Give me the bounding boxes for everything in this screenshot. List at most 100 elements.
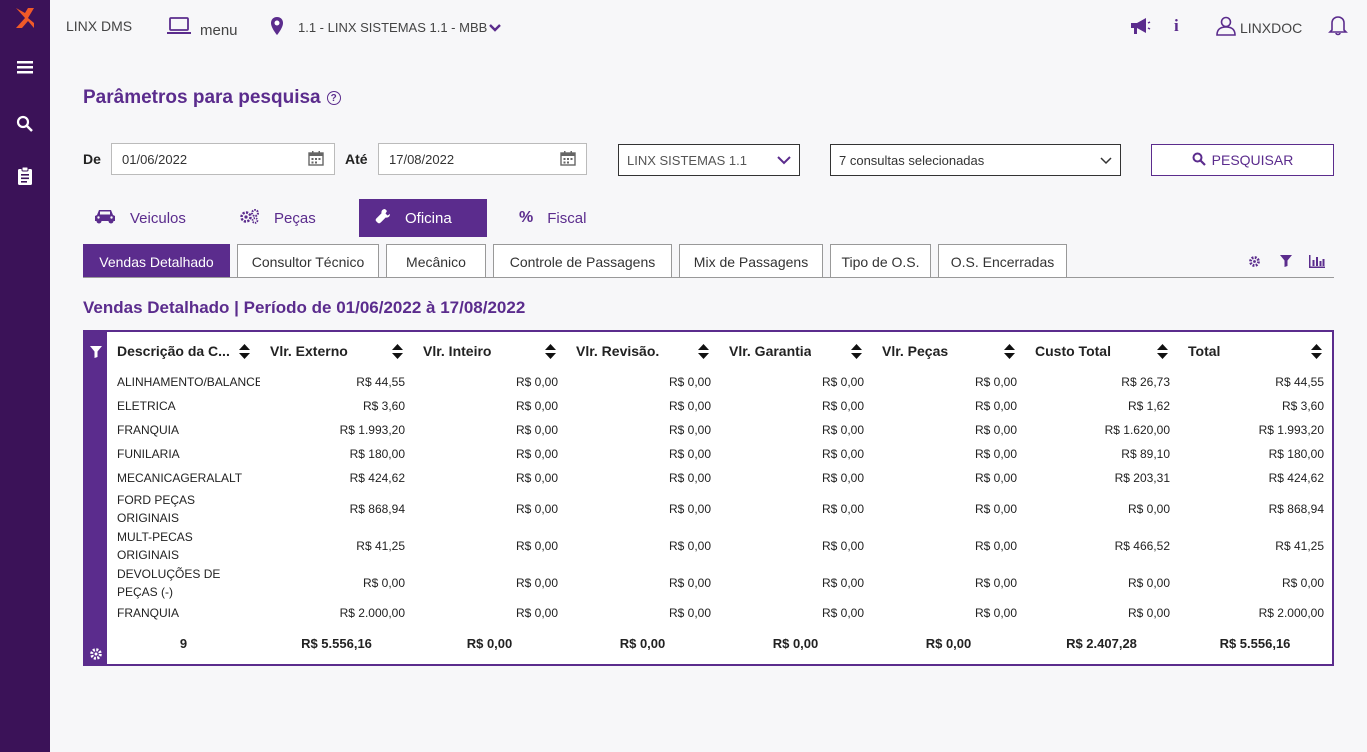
sort-icon[interactable] [1004,343,1015,359]
user-name: LINXDOC [1240,19,1303,36]
table-row[interactable]: MECANICAGERALALT R$ 424,62 R$ 0,00 R$ 0,00 R… [107,466,1332,490]
sort-icon[interactable] [239,343,250,359]
filter-icon[interactable] [1278,253,1294,269]
chevron-down-icon [1100,153,1112,168]
calendar-icon[interactable] [560,150,576,169]
sort-icon[interactable] [1157,343,1168,359]
row-value: R$ 203,31 [1114,471,1170,485]
row-value: R$ 1.993,20 [1258,423,1324,437]
total-value: R$ 0,00 [619,635,666,651]
table-row[interactable]: DEVOLUÇÕES DE PEÇAS (-) R$ 0,00 R$ 0,00 R$ … [107,564,1332,601]
table-row[interactable]: FRANQUIA R$ 2.000,00 R$ 0,00 R$ 0,00 R$ 0,00… [107,601,1332,625]
column-header-label: Vlr. Inteiro [423,343,492,359]
user-menu[interactable]: LINXDOC [1216,16,1302,39]
chart-icon[interactable] [1309,253,1325,269]
laptop-icon [166,16,192,39]
linx-logo-icon[interactable] [13,6,37,30]
column-header[interactable]: Vlr. Garantia [719,332,872,370]
subtab-os-encerradas[interactable]: O.S. Encerradas [938,244,1067,278]
tab-veiculos[interactable]: Veiculos [78,199,208,237]
info-button[interactable]: i [1174,16,1179,36]
search-icon[interactable] [13,112,37,136]
table-header-row: Descrição da C... Vlr. Externo Vlr. Inteir… [107,332,1332,370]
subtab-tipo-os[interactable]: Tipo de O.S. [830,244,931,278]
user-icon [1216,16,1236,39]
table-row[interactable]: FUNILARIA R$ 180,00 R$ 0,00 R$ 0,00 R$ 0,00 R… [107,442,1332,466]
company-select[interactable]: LINX SISTEMAS 1.1 [618,144,800,176]
row-description: FRANQUIA [117,606,180,620]
row-value: R$ 424,62 [1268,471,1324,485]
list-menu-icon[interactable] [13,56,37,80]
row-value: R$ 0,00 [1127,606,1170,620]
top-bar: LINX DMS menu 1.1 - LINX SISTEMAS 1.1 - … [50,0,1367,56]
sort-icon[interactable] [392,343,403,359]
row-description: MULT-PECAS ORIGINAIS [117,529,193,562]
column-header[interactable]: Vlr. Inteiro [413,332,566,370]
row-value: R$ 0,00 [1127,501,1170,516]
tab-pecas[interactable]: Peças [224,199,344,237]
row-description: DEVOLUÇÕES DE PEÇAS (-) [117,566,221,599]
menu-label: menu [200,21,238,39]
filter-icon[interactable] [88,344,104,360]
column-header[interactable]: Total [1178,332,1332,370]
row-value: R$ 0,00 [515,471,558,485]
report-grid: Descrição da C... Vlr. Externo Vlr. Inteir… [83,330,1334,666]
info-icon: i [1174,16,1179,35]
queries-select[interactable]: 7 consultas selecionadas [830,144,1121,176]
subtab-mecanico[interactable]: Mecânico [386,244,486,278]
sort-icon[interactable] [545,343,556,359]
sort-icon[interactable] [1311,343,1322,359]
column-header[interactable]: Descrição da C... [107,332,260,370]
subtab-consultor-tecnico[interactable]: Consultor Técnico [237,244,379,278]
row-value: R$ 0,00 [821,501,864,516]
row-value: R$ 466,52 [1114,538,1170,553]
subtab-controle-passagens[interactable]: Controle de Passagens [493,244,672,278]
help-icon[interactable]: ? [326,91,341,105]
percent-icon: % [519,209,534,226]
row-value: R$ 0,00 [668,399,711,413]
total-value: R$ 5.556,16 [301,635,372,651]
chevron-down-icon [489,20,502,36]
row-value: R$ 0,00 [362,575,405,590]
search-button[interactable]: PESQUISAR [1151,144,1334,176]
subtab-vendas-detalhado[interactable]: Vendas Detalhado [83,244,230,278]
row-value: R$ 0,00 [515,575,558,590]
app-name-label: LINX DMS [66,18,133,34]
clipboard-icon[interactable] [13,164,37,188]
menu-button[interactable]: menu [166,16,238,39]
table-row[interactable]: FRANQUIA R$ 1.993,20 R$ 0,00 R$ 0,00 R$ 0,00… [107,418,1332,442]
notifications-button[interactable] [1328,14,1348,39]
sort-icon[interactable] [698,343,709,359]
gear-icon[interactable] [88,646,104,662]
table-row[interactable]: ALINHAMENTO/BALANCEAMENTO R$ 44,55 R$ 0,00… [107,370,1332,394]
row-value: R$ 0,00 [668,447,711,461]
row-value: R$ 0,00 [1127,575,1170,590]
announcements-button[interactable] [1129,16,1151,39]
column-header[interactable]: Vlr. Revisão. [566,332,719,370]
tab-oficina-label: Oficina [405,209,452,227]
column-header[interactable]: Custo Total [1025,332,1178,370]
row-value: R$ 0,00 [974,375,1017,389]
subtab-mix-passagens[interactable]: Mix de Passagens [679,244,823,278]
row-value: R$ 0,00 [974,399,1017,413]
table-row[interactable]: FORD PEÇAS ORIGINAIS R$ 868,94 R$ 0,00 R$ 0… [107,490,1332,527]
tab-oficina[interactable]: Oficina [359,199,487,237]
from-date-field[interactable]: 01/06/2022 [111,143,335,175]
to-date-field[interactable]: 17/08/2022 [378,143,587,175]
from-date-label: De [83,151,101,167]
table-row[interactable]: ELETRICA R$ 3,60 R$ 0,00 R$ 0,00 R$ 0,00 R$ 0… [107,394,1332,418]
total-value: R$ 0,00 [772,635,819,651]
settings-icon[interactable] [1246,253,1262,269]
column-header-label: Descrição da C... [117,343,230,359]
sort-icon[interactable] [851,343,862,359]
tab-veiculos-label: Veiculos [130,209,186,227]
subtab-divider [83,277,1334,278]
tab-fiscal-label: Fiscal [547,209,587,227]
column-header[interactable]: Vlr. Peças [872,332,1025,370]
table-row[interactable]: MULT-PECAS ORIGINAIS R$ 41,25 R$ 0,00 R$ 0,… [107,527,1332,564]
column-header-label: Vlr. Garantia [729,343,812,359]
tab-fiscal[interactable]: % Fiscal [503,199,615,237]
calendar-icon[interactable] [308,150,324,169]
company-selector[interactable]: 1.1 - LINX SISTEMAS 1.1 - MBB [270,16,502,39]
column-header[interactable]: Vlr. Externo [260,332,413,370]
